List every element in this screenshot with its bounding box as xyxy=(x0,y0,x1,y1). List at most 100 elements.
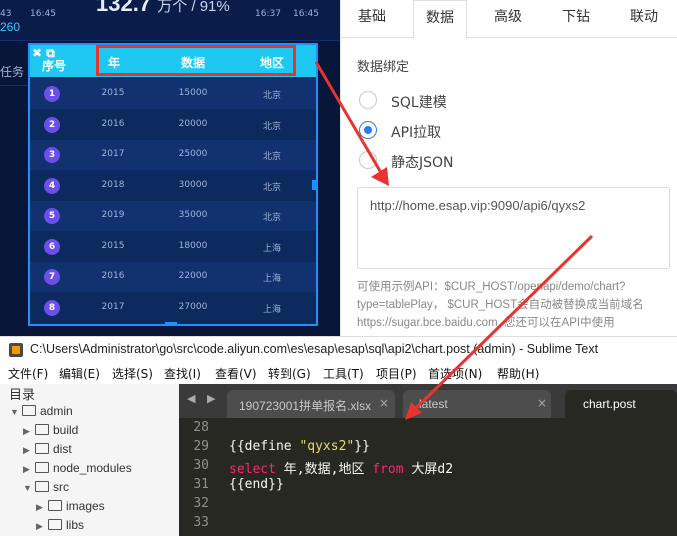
row-index-badge: 5 xyxy=(44,208,60,224)
tab-linkage[interactable]: 联动 xyxy=(617,0,671,38)
table-row: 1 2015 15000 北京 xyxy=(30,79,316,109)
tree-item[interactable]: ▶ node_modules xyxy=(23,461,132,475)
cell-value: 18000 xyxy=(178,240,208,251)
tree-item-label: build xyxy=(53,423,79,437)
chevron-down-icon[interactable]: ▼ xyxy=(10,407,20,417)
chevron-right-icon[interactable]: ▶ xyxy=(23,464,33,475)
menu-bar: 文件(F) 编辑(E) 选择(S) 查找(I) 查看(V) 转到(G) 工具(T… xyxy=(0,362,677,384)
tree-item-label: admin xyxy=(40,404,73,418)
cell-value: 25000 xyxy=(178,149,208,159)
editor-tab-active[interactable]: chart.post xyxy=(565,390,677,418)
annotation-highlight-box xyxy=(96,45,296,76)
chevron-right-icon[interactable]: ▶ xyxy=(23,445,33,456)
tab-drilldown[interactable]: 下钻 xyxy=(549,0,603,38)
menu-selection[interactable]: 选择(S) xyxy=(112,365,153,382)
tree-item[interactable]: ▶ dist xyxy=(23,442,72,456)
tree-item[interactable]: ▼ admin xyxy=(10,404,73,418)
tree-item-label: libs xyxy=(66,518,85,532)
close-icon[interactable]: × xyxy=(379,396,389,410)
tree-item[interactable]: ▶ libs xyxy=(36,518,84,532)
close-icon[interactable]: × xyxy=(537,396,547,410)
tree-item-label: images xyxy=(66,499,105,513)
folder-open-icon xyxy=(35,481,49,492)
menu-project[interactable]: 项目(P) xyxy=(376,365,417,382)
tab-basic[interactable]: 基础 xyxy=(345,0,399,38)
window-title-bar: C:\Users\Administrator\go\src\code.aliyu… xyxy=(0,336,677,362)
window-title: C:\Users\Administrator\go\src\code.aliyu… xyxy=(30,342,599,356)
cell-value: 30000 xyxy=(178,179,208,190)
table-row: 4 2018 30000 北京 xyxy=(30,170,316,201)
chevron-right-icon[interactable]: ▶ xyxy=(36,521,46,532)
radio-api[interactable] xyxy=(359,121,377,139)
editor-tab[interactable]: latest × xyxy=(403,390,551,418)
sublime-window: C:\Users\Administrator\go\src\code.aliyu… xyxy=(0,336,677,536)
chevron-right-icon[interactable]: ▶ xyxy=(36,502,46,513)
cell-value: 22000 xyxy=(178,271,208,281)
code-string: "qyxs2" xyxy=(299,439,355,454)
menu-preferences[interactable]: 首选项(N) xyxy=(428,365,482,382)
tab-advanced[interactable]: 高级 xyxy=(481,0,535,38)
code-editor[interactable]: ◀ ▶ 190723001拼单报名.xlsx × latest × chart.… xyxy=(179,384,677,536)
big-value-number: 132.7 xyxy=(96,0,152,16)
cell-year: 2017 xyxy=(101,301,125,312)
menu-help[interactable]: 帮助(H) xyxy=(497,365,539,382)
tree-item-label: node_modules xyxy=(53,461,132,475)
radio-sql-label[interactable]: SQL建模 xyxy=(391,92,447,112)
folder-open-icon xyxy=(22,405,36,416)
tree-item-label: src xyxy=(53,480,69,494)
tab-data[interactable]: 数据 xyxy=(413,0,467,39)
row-index-badge: 3 xyxy=(44,147,60,163)
cell-region: 北京 xyxy=(262,213,281,223)
screenshot-root: 43 16:45 16:37 16:45 132.7 万个 / 91% 260 … xyxy=(0,0,677,536)
radio-sql[interactable] xyxy=(359,91,377,109)
tree-item[interactable]: ▼ src xyxy=(23,480,69,494)
cell-year: 2015 xyxy=(101,240,125,251)
radio-static-json[interactable] xyxy=(359,151,377,169)
dashboard-left-label: 任务 xyxy=(0,65,25,79)
sidebar-title: 目录 xyxy=(9,388,36,403)
folder-icon xyxy=(35,424,49,435)
chevron-down-icon[interactable]: ▼ xyxy=(23,483,33,493)
menu-view[interactable]: 查看(V) xyxy=(215,365,257,382)
sublime-app-icon xyxy=(9,343,23,357)
menu-tools[interactable]: 工具(T) xyxy=(323,365,364,382)
editor-tab-label: latest xyxy=(419,397,448,411)
editor-tab[interactable]: 190723001拼单报名.xlsx × xyxy=(227,390,395,418)
code-keyword: from xyxy=(372,462,404,477)
menu-edit[interactable]: 编辑(E) xyxy=(59,365,100,382)
radio-api-label[interactable]: API拉取 xyxy=(391,122,441,142)
dashboard-time-text: 16:37 xyxy=(255,9,281,19)
table-row: 5 2019 35000 北京 xyxy=(30,201,316,231)
line-number: 30 xyxy=(193,458,209,473)
dashboard-left-value: 260 xyxy=(0,20,21,34)
tree-item[interactable]: ▶ images xyxy=(36,499,105,513)
tab-nav-arrows-icon[interactable]: ◀ ▶ xyxy=(187,392,219,405)
menu-file[interactable]: 文件(F) xyxy=(8,365,48,382)
dashboard-divider xyxy=(0,85,28,86)
row-index-badge: 7 xyxy=(44,269,60,285)
row-index-badge: 1 xyxy=(44,86,60,102)
code-token: 大屏d2 xyxy=(403,462,454,477)
sidebar: 目录 ▼ admin ▶ build ▶ dist ▶ node_modules ▼ src ▶ im… xyxy=(0,384,179,536)
api-url-input[interactable]: http://home.esap.vip:9090/api6/qyxs2 xyxy=(357,187,670,269)
menu-goto[interactable]: 转到(G) xyxy=(268,365,311,382)
resize-handle[interactable] xyxy=(165,322,177,326)
editor-tab-label: chart.post xyxy=(583,397,636,411)
cell-value: 35000 xyxy=(178,210,208,220)
radio-static-json-label[interactable]: 静态JSON xyxy=(391,152,454,172)
dashboard-canvas: 43 16:45 16:37 16:45 132.7 万个 / 91% 260 … xyxy=(0,0,340,336)
widget-toolbar-icons[interactable]: ✖ ⧉ xyxy=(32,46,55,61)
tree-item[interactable]: ▶ build xyxy=(23,423,78,437)
cell-region: 北京 xyxy=(262,121,281,132)
line-number: 32 xyxy=(193,496,209,511)
cell-region: 北京 xyxy=(262,91,281,101)
table-widget[interactable]: 序号 年 数据 地区 ✖ ⧉ 1 2015 15000 北京 2 2016 20000 北京 3… xyxy=(28,43,318,326)
cell-year: 2017 xyxy=(101,149,125,159)
resize-handle[interactable] xyxy=(312,180,318,190)
line-number: 33 xyxy=(193,515,209,530)
cell-value: 15000 xyxy=(178,88,208,98)
menu-find[interactable]: 查找(I) xyxy=(164,365,201,382)
config-panel: 基础 数据 高级 下钻 联动 数据绑定 SQL建模 API拉取 静态JSON h… xyxy=(340,0,677,336)
chevron-right-icon[interactable]: ▶ xyxy=(23,426,33,437)
cell-year: 2016 xyxy=(101,118,125,129)
